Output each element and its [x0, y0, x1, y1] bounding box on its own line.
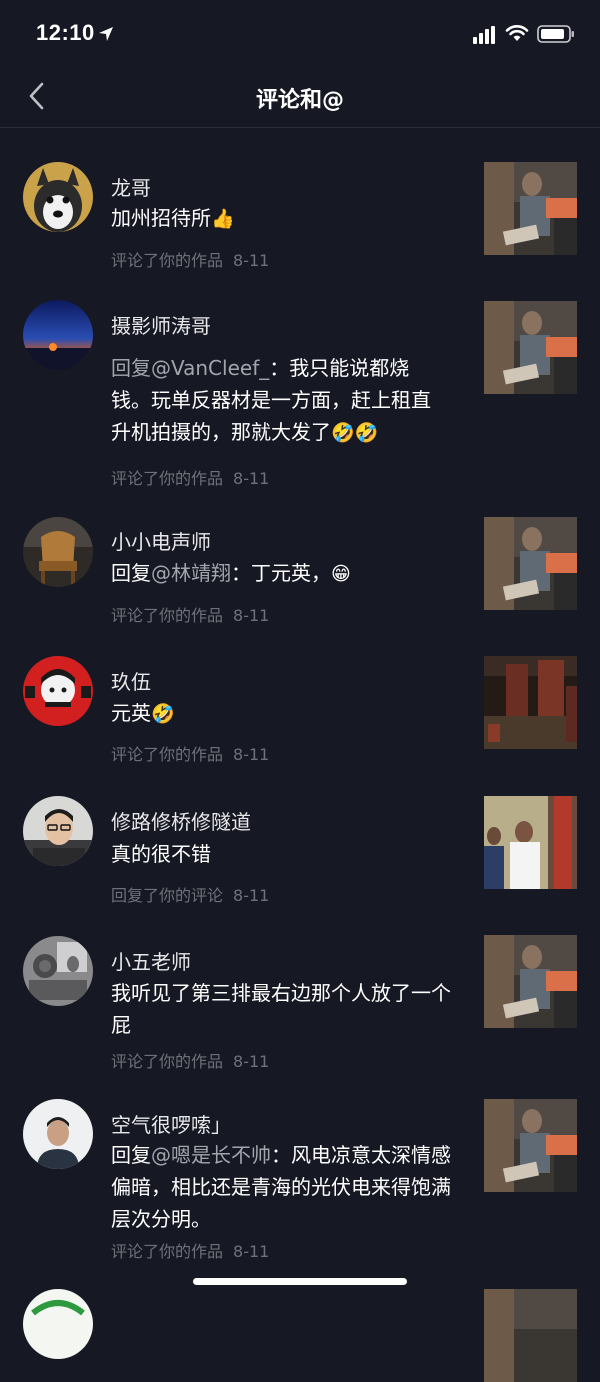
comment-meta: 评论了你的作品 8-11 [111, 606, 270, 625]
list-item[interactable]: 玖伍 元英🤣 评论了你的作品 8-11 [0, 626, 600, 766]
comment-meta: 评论了你的作品 8-11 [111, 1242, 270, 1261]
grinning-face-icon: 😁 [331, 563, 351, 585]
home-indicator[interactable] [193, 1278, 407, 1285]
comment-text: 回复@嗯是长不帅：风电凉意太深情感偏暗，相比还是青海的光伏电来得饱满层次分明。 [111, 1143, 451, 1231]
cellular-signal-icon [473, 26, 495, 44]
avatar[interactable] [23, 796, 93, 866]
comment-text: 回复@林靖翔：丁元英，😁 [111, 561, 351, 585]
comment-text: 回复@VanCleef_：我只能说都烧钱。玩单反器材是一方面，赶上租直升机拍摄的… [111, 356, 431, 444]
comment-text: 我听见了第三排最右边那个人放了一个屁 [111, 981, 451, 1037]
laughing-tears-icon: 🤣 [151, 703, 175, 725]
user-name[interactable]: 玖伍 [111, 666, 151, 695]
mention-link[interactable]: @林靖翔 [151, 561, 231, 585]
avatar[interactable] [23, 162, 93, 232]
comment-text: 元英🤣 [111, 701, 175, 725]
user-name[interactable]: 空气很啰嗦」 [111, 1109, 231, 1138]
list-item[interactable]: 摄影师涛哥 回复@VanCleef_：我只能说都烧钱。玩单反器材是一方面，赶上租… [0, 268, 600, 488]
location-arrow-icon [99, 27, 113, 41]
avatar[interactable] [23, 656, 93, 726]
mention-link[interactable]: 回复@VanCleef_ [111, 356, 269, 380]
page-title: 评论和@ [255, 88, 344, 113]
comment-text: 真的很不错 [111, 842, 211, 866]
user-name[interactable]: 龙哥 [111, 172, 151, 201]
video-thumbnail[interactable] [484, 935, 577, 1028]
avatar[interactable] [23, 517, 93, 587]
video-thumbnail[interactable] [484, 796, 577, 889]
avatar[interactable] [23, 936, 93, 1006]
list-item[interactable]: 小小电声师 回复@林靖翔：丁元英，😁 评论了你的作品 8-11 [0, 486, 600, 626]
comment-meta: 评论了你的作品 8-11 [111, 745, 270, 764]
comment-text: 加州招待所👍 [111, 206, 235, 230]
video-thumbnail[interactable] [484, 1099, 577, 1192]
video-thumbnail[interactable] [484, 656, 577, 749]
video-thumbnail[interactable] [484, 301, 577, 394]
video-thumbnail[interactable] [484, 1289, 577, 1382]
status-time: 12:10 [36, 20, 95, 45]
list-item[interactable]: 空气很啰嗦」 回复@嗯是长不帅：风电凉意太深情感偏暗，相比还是青海的光伏电来得饱… [0, 1073, 600, 1263]
nav-bar: 评论和@ [0, 66, 600, 128]
list-item[interactable]: 修路修桥修隧道 真的很不错 回复了你的评论 8-11 [0, 766, 600, 906]
user-name[interactable]: 摄影师涛哥 [111, 310, 211, 339]
list-item[interactable]: 小五老师 我听见了第三排最右边那个人放了一个屁 评论了你的作品 8-11 [0, 906, 600, 1073]
user-name[interactable]: 小五老师 [111, 946, 191, 975]
video-thumbnail[interactable] [484, 517, 577, 610]
battery-icon [537, 25, 574, 43]
avatar[interactable] [23, 300, 93, 370]
avatar[interactable] [23, 1289, 93, 1359]
avatar[interactable] [23, 1099, 93, 1169]
video-thumbnail[interactable] [484, 162, 577, 255]
thumbs-up-icon: 👍 [211, 208, 235, 230]
list-item[interactable]: 龙哥 加州招待所👍 评论了你的作品 8-11 [0, 128, 600, 270]
mention-link[interactable]: @嗯是长不帅 [151, 1143, 271, 1167]
comment-meta: 评论了你的作品 8-11 [111, 1052, 270, 1071]
status-bar: 12:10 [0, 0, 600, 66]
comment-meta: 回复了你的评论 8-11 [111, 886, 270, 905]
user-name[interactable]: 小小电声师 [111, 526, 211, 555]
user-name[interactable]: 修路修桥修隧道 [111, 806, 251, 835]
wifi-icon [505, 25, 529, 41]
laughing-tears-icon: 🤣🤣 [331, 422, 379, 444]
